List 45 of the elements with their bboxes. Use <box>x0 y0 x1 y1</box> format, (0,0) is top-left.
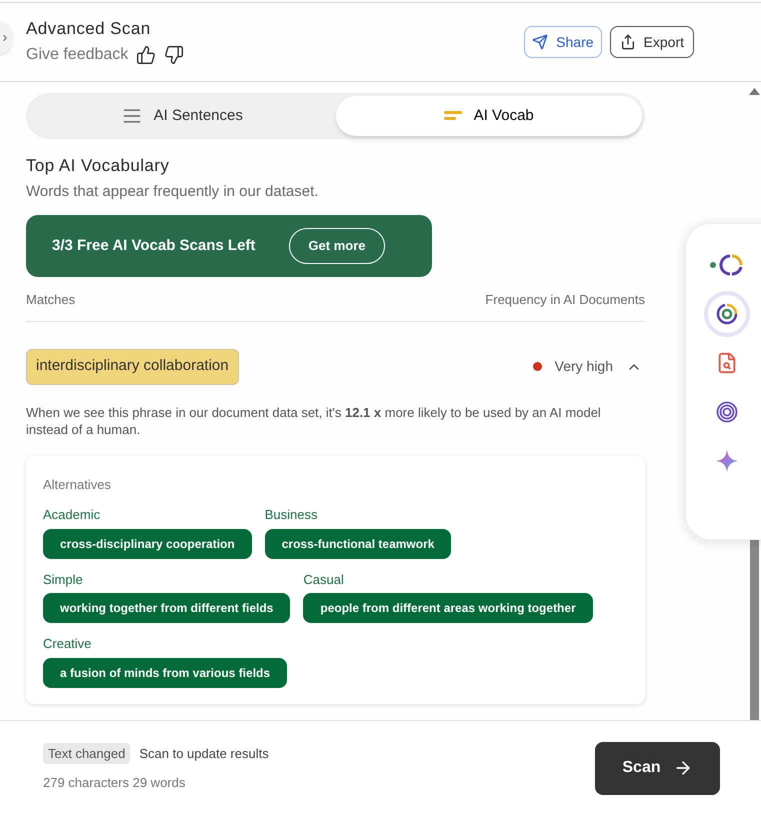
document-search-icon <box>716 352 738 374</box>
section-subtitle: Words that appear frequently in our dataset. <box>26 182 320 202</box>
thumbs-down-icon <box>164 44 184 64</box>
spiral-icon <box>716 401 738 423</box>
feedback-label: Give feedback <box>26 44 128 64</box>
alternative-chip[interactable]: a fusion of minds from various fields <box>43 658 288 688</box>
target-icon <box>716 303 738 325</box>
thumbs-up-button[interactable] <box>136 44 156 64</box>
sparkle-icon <box>715 449 739 473</box>
banner-text: 3/3 Free AI Vocab Scans Left <box>52 236 256 256</box>
lines-icon <box>444 110 462 122</box>
phrase-description: When we see this phrase in our document data set, it's 12.1 x more likely to be used by an AI model instead of a human. <box>26 404 602 438</box>
category-label: Casual <box>303 570 345 588</box>
send-icon <box>532 34 548 50</box>
column-header: Frequency in AI Documents <box>485 291 645 309</box>
alternative-chip[interactable]: working together from different fields <box>43 593 290 623</box>
column-header: Matches <box>26 291 76 309</box>
ring-chart-icon <box>710 254 744 276</box>
scan-button[interactable]: Scan <box>595 742 720 794</box>
page-title: Advanced Scan <box>26 18 152 40</box>
section-title: Top AI Vocabulary <box>26 155 170 177</box>
scroll-up-icon <box>749 88 760 95</box>
frequency-label: Very high <box>554 357 613 376</box>
category-label: Simple <box>43 570 84 589</box>
get-more-button[interactable]: Get more <box>289 228 384 264</box>
tool-button[interactable] <box>704 291 750 337</box>
category-label: Academic <box>43 506 102 524</box>
alternative-chip[interactable]: cross-functional teamwork <box>264 528 452 558</box>
category-label: Creative <box>43 635 92 653</box>
thumbs-down-button[interactable] <box>164 44 184 64</box>
alternatives-title: Alternatives <box>43 476 112 494</box>
upload-icon <box>620 34 636 50</box>
alternative-chip[interactable]: cross-disciplinary cooperation <box>43 528 252 558</box>
status-badge: Text changed <box>43 743 130 764</box>
thumbs-up-icon <box>136 44 156 64</box>
alternative-chip[interactable]: people from different areas working together <box>303 593 593 623</box>
share-button[interactable]: Share <box>524 26 602 58</box>
phrase-tag: interdisciplinary collaboration <box>26 348 239 384</box>
tab[interactable]: AI Sentences <box>29 96 336 136</box>
tab[interactable]: AI Vocab <box>336 96 642 136</box>
text-counts: 279 characters 29 words <box>43 774 186 792</box>
export-button[interactable]: Export <box>610 26 694 58</box>
update-hint: Scan to update results <box>139 745 269 763</box>
scroll-thumb[interactable] <box>750 540 759 720</box>
category-label: Business <box>264 506 318 524</box>
